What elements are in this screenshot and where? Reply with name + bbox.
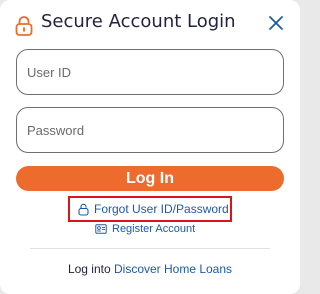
lock-icon: [78, 203, 89, 216]
user-id-field-container: [16, 49, 284, 95]
password-field-container: [16, 107, 284, 153]
footer: Log into Discover Home Loans: [0, 262, 300, 276]
footer-prefix: Log into: [67, 262, 111, 276]
dialog-header: Secure Account Login: [15, 10, 287, 40]
close-icon: [269, 16, 283, 30]
login-button[interactable]: Log In: [16, 166, 284, 191]
password-input[interactable]: [27, 108, 267, 152]
register-link-label: Register Account: [112, 223, 196, 235]
divider: [30, 248, 270, 249]
forgot-user-id-password-link[interactable]: Forgot User ID/Password: [78, 200, 229, 218]
register-account-link[interactable]: Register Account: [95, 222, 195, 236]
id-card-icon: [95, 224, 107, 234]
close-button[interactable]: [267, 14, 285, 32]
user-id-input[interactable]: [27, 50, 267, 94]
forgot-link-label: Forgot User ID/Password: [94, 202, 229, 216]
lock-icon: [15, 16, 33, 36]
dialog-title: Secure Account Login: [41, 11, 236, 32]
login-dialog: Secure Account Login Log In Forgot User …: [0, 0, 300, 294]
discover-home-loans-link[interactable]: Discover Home Loans: [114, 262, 232, 276]
